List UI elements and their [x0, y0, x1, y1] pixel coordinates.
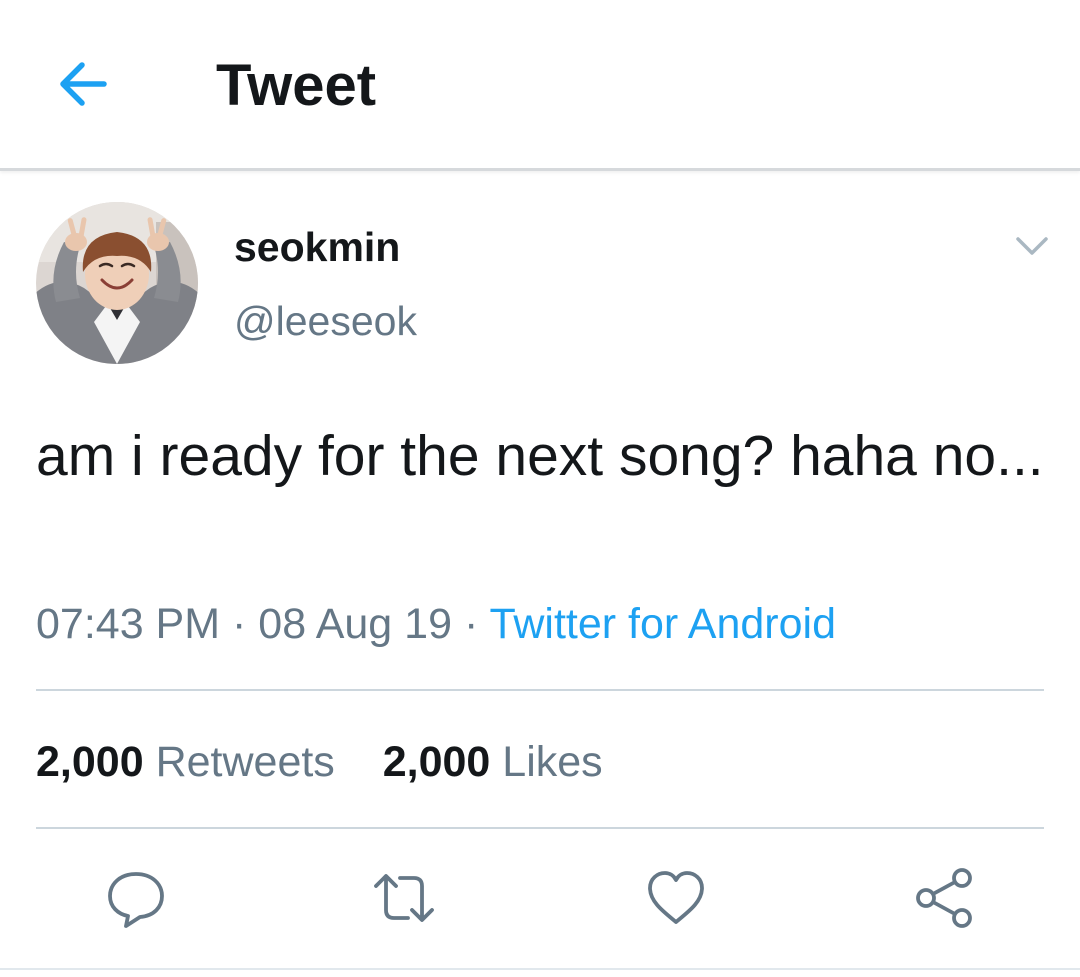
tweet-date: 08 Aug 19 — [258, 600, 452, 648]
share-button[interactable] — [912, 866, 976, 930]
divider — [36, 827, 1044, 829]
retweet-icon — [374, 874, 434, 922]
like-icon — [648, 871, 704, 924]
likes-label: Likes — [502, 738, 603, 786]
page-title: Tweet — [216, 53, 377, 118]
share-icon — [916, 868, 972, 928]
top-app-bar: Tweet — [0, 0, 1080, 171]
retweets-count: 2,000 — [36, 738, 144, 786]
tweet-options-button[interactable] — [1012, 230, 1052, 262]
meta-separator: · — [232, 600, 247, 648]
divider — [36, 689, 1044, 691]
reply-button[interactable] — [104, 866, 168, 930]
author-handle[interactable]: @leeseok — [234, 296, 417, 346]
retweets-label: Retweets — [155, 738, 335, 786]
author-display-name[interactable]: seokmin — [234, 222, 400, 272]
likes-count: 2,000 — [382, 738, 491, 786]
retweet-button[interactable] — [372, 866, 436, 930]
arrow-left-icon — [60, 62, 107, 106]
tweet-metadata: 07:43 PM · 08 Aug 19 · Twitter for Andro… — [36, 596, 836, 652]
avatar-photo — [36, 202, 198, 364]
tweet-time: 07:43 PM — [36, 600, 221, 648]
divider — [0, 968, 1080, 970]
meta-separator: · — [463, 600, 479, 648]
like-button[interactable] — [644, 866, 708, 930]
chevron-down-icon — [1016, 237, 1048, 255]
tweet-stats: 2,000 Retweets 2,000 Likes — [36, 734, 603, 790]
retweets-stat[interactable]: 2,000 Retweets — [36, 734, 335, 790]
likes-stat[interactable]: 2,000 Likes — [383, 734, 603, 790]
avatar[interactable] — [36, 202, 198, 364]
reply-icon — [108, 872, 164, 928]
back-button[interactable] — [50, 52, 114, 116]
tweet-source-link[interactable]: Twitter for Android — [489, 600, 836, 648]
tweet-text: am i ready for the next song? haha no... — [36, 424, 1044, 488]
